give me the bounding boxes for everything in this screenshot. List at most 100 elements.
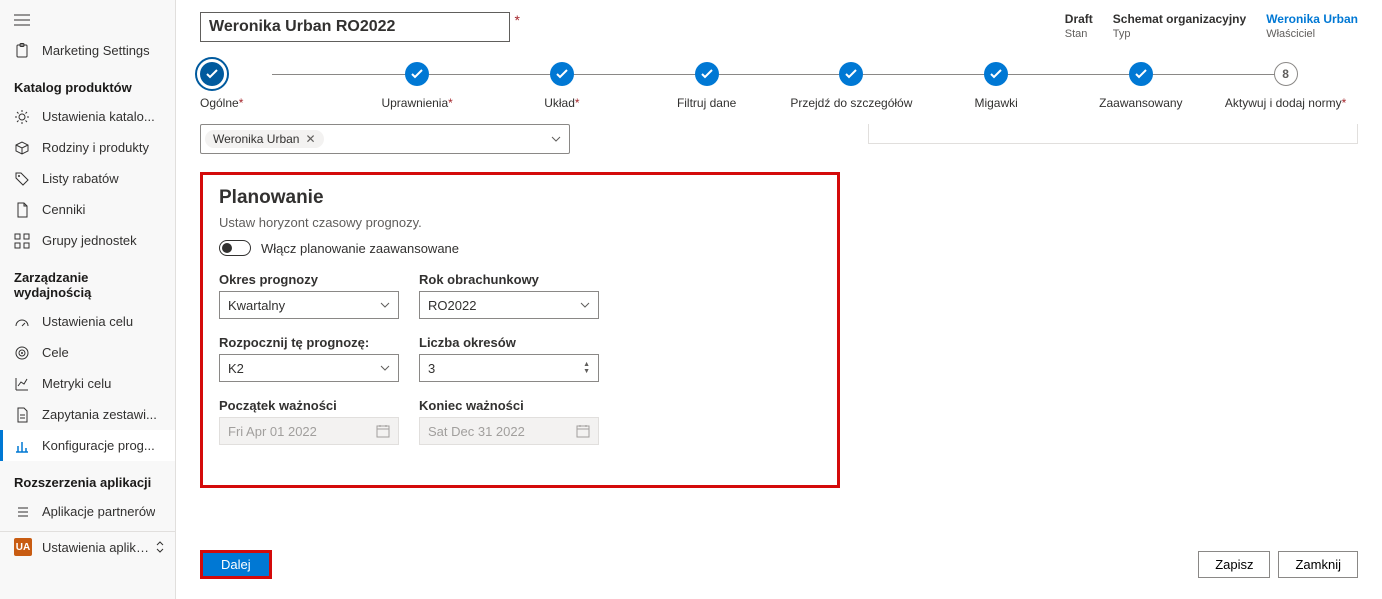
planning-subtitle: Ustaw horyzont czasowy prognozy. (219, 215, 821, 230)
chevron-down-icon (580, 302, 590, 308)
start-forecast-select[interactable]: K2 (219, 354, 399, 382)
planning-title: Planowanie (219, 187, 821, 209)
hierarchy-select[interactable]: Weronika Urban✕ (200, 124, 570, 154)
title-input[interactable] (200, 12, 510, 42)
toggle-label: Włącz planowanie zaawansowane (261, 241, 459, 256)
header-status: DraftStan (1065, 12, 1093, 40)
step-label: Układ* (544, 96, 579, 110)
sidebar-item-families[interactable]: Rodziny i produkty (0, 132, 175, 163)
chevron-down-icon (380, 365, 390, 371)
target-icon (14, 345, 30, 361)
tag-icon (14, 171, 30, 187)
next-button[interactable]: Dalej (200, 550, 272, 579)
planning-card: Planowanie Ustaw horyzont czasowy progno… (200, 172, 840, 488)
step-circle (839, 62, 863, 86)
gear-icon (14, 109, 30, 125)
field-label: Liczba okresów (419, 335, 599, 350)
header-schema: Schemat organizacyjnyTyp (1113, 12, 1246, 40)
sidebar-section-title: Katalog produktów (0, 66, 175, 101)
step-5[interactable]: Przejdź do szczegółów (779, 62, 924, 110)
forecast-period-select[interactable]: Kwartalny (219, 291, 399, 319)
sidebar-item-label: Ustawienia celu (42, 314, 133, 329)
sidebar-section-title: Rozszerzenia aplikacji (0, 461, 175, 496)
step-circle (695, 62, 719, 86)
valid-from-date: Fri Apr 01 2022 (219, 417, 399, 445)
sidebar-item-pricelists[interactable]: Cenniki (0, 194, 175, 225)
close-button[interactable]: Zamknij (1278, 551, 1358, 578)
list-icon (14, 504, 30, 520)
step-circle (1129, 62, 1153, 86)
sidebar-item-goals[interactable]: Cele (0, 337, 175, 368)
valid-to-date: Sat Dec 31 2022 (419, 417, 599, 445)
periods-count-input[interactable]: 3▲▼ (419, 354, 599, 382)
sidebar-item-label: Listy rabatów (42, 171, 119, 186)
sidebar-item-forecast-config[interactable]: Konfiguracje prog... (0, 430, 175, 461)
sidebar-item-goal-metrics[interactable]: Metryki celu (0, 368, 175, 399)
advanced-scheduling-toggle[interactable] (219, 240, 251, 256)
calendar-icon (376, 424, 390, 438)
step-circle (200, 62, 224, 86)
sidebar-item-label: Zapytania zestawi... (42, 407, 157, 422)
app-badge: UA (14, 538, 32, 556)
document-icon (14, 407, 30, 423)
header-owner[interactable]: Weronika UrbanWłaściciel (1266, 12, 1358, 40)
step-7[interactable]: Zaawansowany (1069, 62, 1214, 110)
field-label: Rozpocznij tę prognozę: (219, 335, 399, 350)
sidebar-item-discounts[interactable]: Listy rabatów (0, 163, 175, 194)
header: * DraftStan Schemat organizacyjnyTyp Wer… (176, 0, 1382, 42)
chevron-down-icon (380, 302, 390, 308)
save-button[interactable]: Zapisz (1198, 551, 1270, 578)
field-label: Rok obrachunkowy (419, 272, 599, 287)
selected-pill: Weronika Urban✕ (205, 130, 324, 148)
sidebar-item-label: Aplikacje partnerów (42, 504, 155, 519)
sidebar-item-label: Grupy jednostek (42, 233, 137, 248)
sidebar-item-label: Rodziny i produkty (42, 140, 149, 155)
sidebar-item-goal-settings[interactable]: Ustawienia celu (0, 306, 175, 337)
grid-icon (14, 233, 30, 249)
sidebar-item-label: Cele (42, 345, 69, 360)
sidebar-item-unitgroups[interactable]: Grupy jednostek (0, 225, 175, 256)
required-icon: * (515, 12, 520, 28)
step-4[interactable]: Filtruj dane (634, 62, 779, 110)
chart-icon (14, 376, 30, 392)
step-label: Filtruj dane (677, 96, 736, 110)
preview-panel (868, 124, 1358, 144)
sidebar-item-marketing-settings[interactable]: Marketing Settings (0, 35, 175, 66)
step-circle (984, 62, 1008, 86)
step-6[interactable]: Migawki (924, 62, 1069, 110)
box-icon (14, 140, 30, 156)
step-2[interactable]: Uprawnienia* (345, 62, 490, 110)
hamburger-button[interactable] (0, 4, 175, 35)
step-circle: 8 (1274, 62, 1298, 86)
sidebar-item-label: Metryki celu (42, 376, 111, 391)
field-label: Okres prognozy (219, 272, 399, 287)
hamburger-icon (14, 12, 30, 28)
fiscal-year-select[interactable]: RO2022 (419, 291, 599, 319)
remove-pill-icon[interactable]: ✕ (305, 132, 315, 146)
step-label: Migawki (974, 96, 1017, 110)
step-label: Przejdź do szczegółów (790, 96, 912, 110)
sidebar-app-settings[interactable]: UA Ustawienia aplikacji (0, 531, 175, 562)
expand-icon (155, 540, 165, 554)
step-label: Ogólne* (200, 96, 243, 110)
gauge-icon (14, 314, 30, 330)
step-circle (550, 62, 574, 86)
step-3[interactable]: Układ* (490, 62, 635, 110)
barchart-icon (14, 438, 30, 454)
chevron-down-icon (551, 136, 565, 142)
step-8[interactable]: 8Aktywuj i dodaj normy* (1213, 62, 1358, 110)
sidebar-item-partner-apps[interactable]: Aplikacje partnerów (0, 496, 175, 527)
clipboard-icon (14, 43, 30, 59)
spinner-icon[interactable]: ▲▼ (583, 361, 590, 375)
main-panel: * DraftStan Schemat organizacyjnyTyp Wer… (176, 0, 1382, 599)
sidebar-item-label: Konfiguracje prog... (42, 438, 155, 453)
field-label: Koniec ważności (419, 398, 599, 413)
sidebar-section-title: Zarządzanie wydajnością (0, 256, 175, 306)
footer: Dalej Zapisz Zamknij (176, 536, 1382, 599)
field-label: Początek ważności (219, 398, 399, 413)
sidebar-item-catalog-settings[interactable]: Ustawienia katalo... (0, 101, 175, 132)
sidebar-item-rollup-queries[interactable]: Zapytania zestawi... (0, 399, 175, 430)
sidebar-item-label: Cenniki (42, 202, 85, 217)
step-1[interactable]: Ogólne* (200, 62, 345, 110)
step-circle (405, 62, 429, 86)
